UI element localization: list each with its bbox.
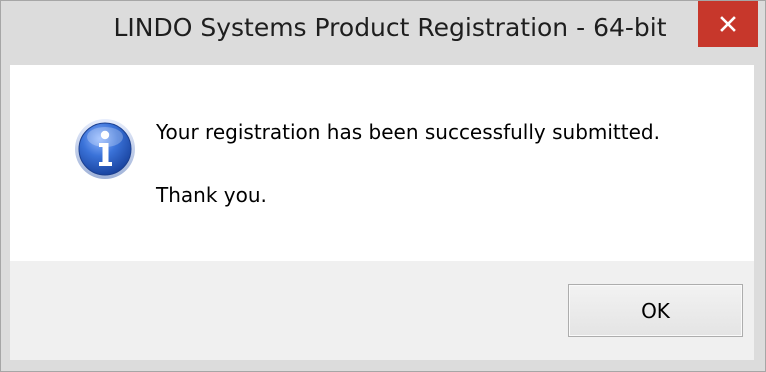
close-x-icon (720, 16, 736, 32)
message-text: Your registration has been successfully … (156, 120, 660, 144)
title-bar[interactable]: LINDO Systems Product Registration - 64-… (1, 1, 765, 65)
window-title: LINDO Systems Product Registration - 64-… (113, 13, 667, 42)
close-button[interactable] (698, 1, 758, 47)
dialog-window: LINDO Systems Product Registration - 64-… (0, 0, 766, 372)
ok-button[interactable]: OK (568, 284, 743, 337)
thank-you-text: Thank you. (156, 183, 267, 207)
dialog-client-area: Your registration has been successfully … (10, 65, 754, 360)
message-area: Your registration has been successfully … (10, 65, 754, 261)
info-icon (75, 119, 135, 179)
